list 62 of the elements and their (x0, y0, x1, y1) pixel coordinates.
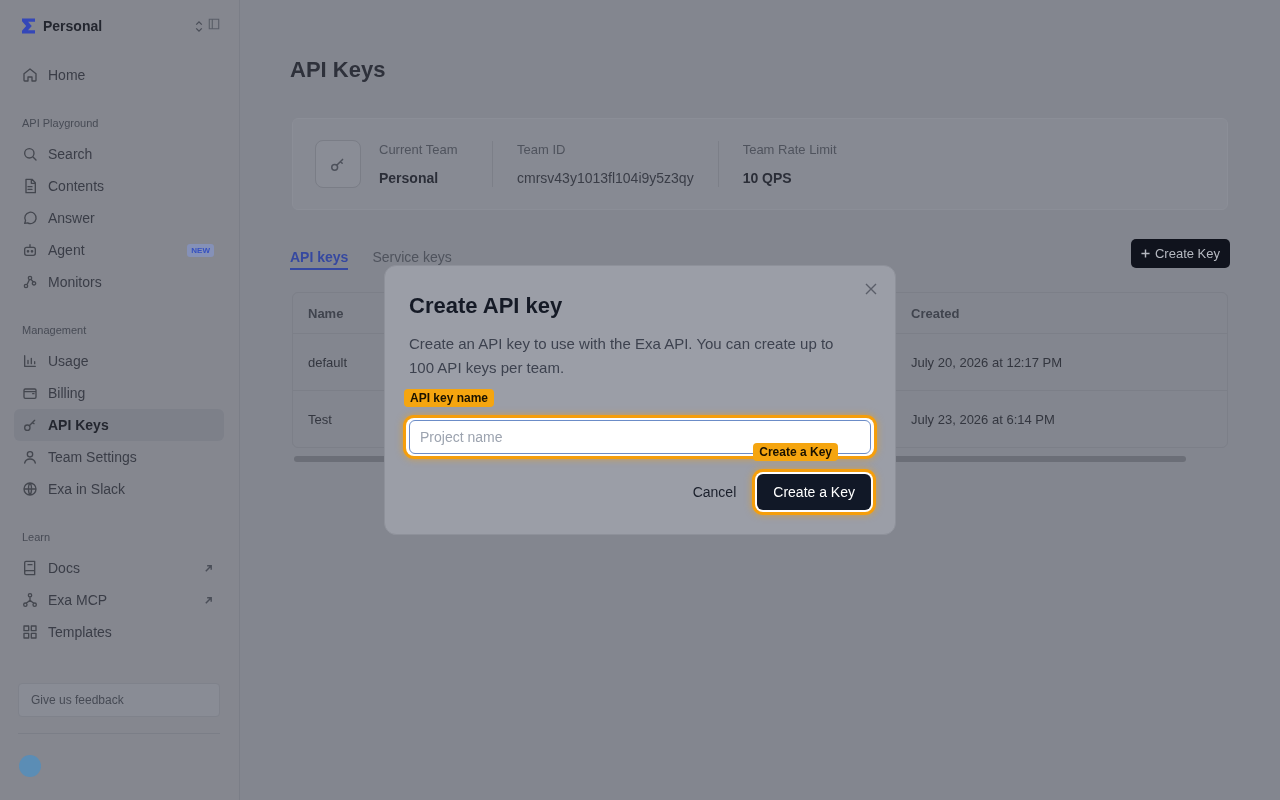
section-heading: Management (21, 323, 88, 337)
annotation-tag: API key name (404, 389, 495, 407)
sidebar-item[interactable]: Docs (14, 552, 224, 584)
sidebar-toggle-icon[interactable] (208, 18, 220, 30)
key-icon (315, 140, 361, 188)
nodes-icon (22, 274, 38, 290)
key-icon (22, 417, 38, 433)
sidebar-item[interactable]: Usage (14, 345, 224, 377)
sidebar-item[interactable]: Contents (14, 170, 224, 202)
close-button[interactable] (865, 283, 877, 295)
sidebar-item[interactable]: Agent NEW (14, 234, 224, 266)
house-icon (22, 67, 38, 83)
layout-icon (22, 624, 38, 640)
book-icon (22, 560, 38, 576)
column-header: Created (911, 305, 960, 321)
table-cell: July 20, 2026 at 12:17 PM (911, 354, 1063, 370)
dialog-title: Create API key (409, 292, 564, 320)
chat-bubble-icon (22, 210, 38, 226)
field-label: Current Team (379, 141, 458, 159)
sidebar-item[interactable]: Answer (14, 202, 224, 234)
field-label: Team ID (517, 141, 566, 159)
wallet-icon (22, 385, 38, 401)
sidebar-item[interactable]: Exa MCP (14, 584, 224, 616)
create-key-button[interactable]: Create Key (1130, 239, 1230, 268)
field-value: 10 QPS (742, 169, 792, 187)
robot-icon (22, 242, 38, 258)
sidebar-item[interactable]: Templates (14, 616, 224, 648)
table-cell: default (308, 354, 348, 370)
workspace-name: Personal (43, 18, 103, 34)
section-heading: Learn (21, 530, 52, 544)
field-value: cmrsv43y1013fl104i9y5z3qy (517, 169, 694, 187)
sidebar-item[interactable]: Search (14, 138, 224, 170)
logo-icon (22, 18, 35, 34)
sidebar-item[interactable]: Home (14, 59, 224, 91)
search-icon (22, 146, 38, 162)
section-heading: API Playground (21, 116, 100, 130)
document-icon (22, 178, 38, 194)
sidebar-item[interactable]: Billing (14, 377, 224, 409)
close-icon (865, 283, 877, 295)
feedback-button[interactable]: Give us feedback (18, 683, 220, 717)
tab[interactable]: API keys (290, 239, 349, 270)
plus-icon (1140, 249, 1150, 258)
sidebar-item[interactable]: Monitors (14, 266, 224, 298)
field-value: Personal (379, 169, 439, 187)
sidebar-item[interactable]: Team Settings (14, 441, 224, 473)
dialog-description: Create an API key to use with the Exa API. You can create up to 100 API keys per team. (409, 334, 835, 378)
user-icon (22, 449, 38, 465)
field-label: Team Rate Limit (742, 141, 837, 159)
feature-badge: NEW (187, 243, 214, 257)
network-icon (22, 592, 38, 608)
sidebar-item[interactable]: API Keys (14, 409, 224, 441)
bar-chart-icon (22, 353, 38, 369)
sidebar-item[interactable]: Exa in Slack (14, 473, 224, 505)
annotation-tag: Create a Key (753, 443, 838, 461)
page-title: API Keys (290, 56, 386, 84)
cancel-button[interactable]: Cancel (684, 474, 745, 510)
create-a-key-button[interactable]: Create a Key (757, 474, 871, 510)
chevrons-icon[interactable] (195, 19, 203, 33)
table-cell: July 23, 2026 at 6:14 PM (911, 411, 1055, 427)
globe-icon (22, 481, 38, 497)
table-cell: Test (308, 411, 332, 427)
column-header: Name (308, 305, 344, 321)
